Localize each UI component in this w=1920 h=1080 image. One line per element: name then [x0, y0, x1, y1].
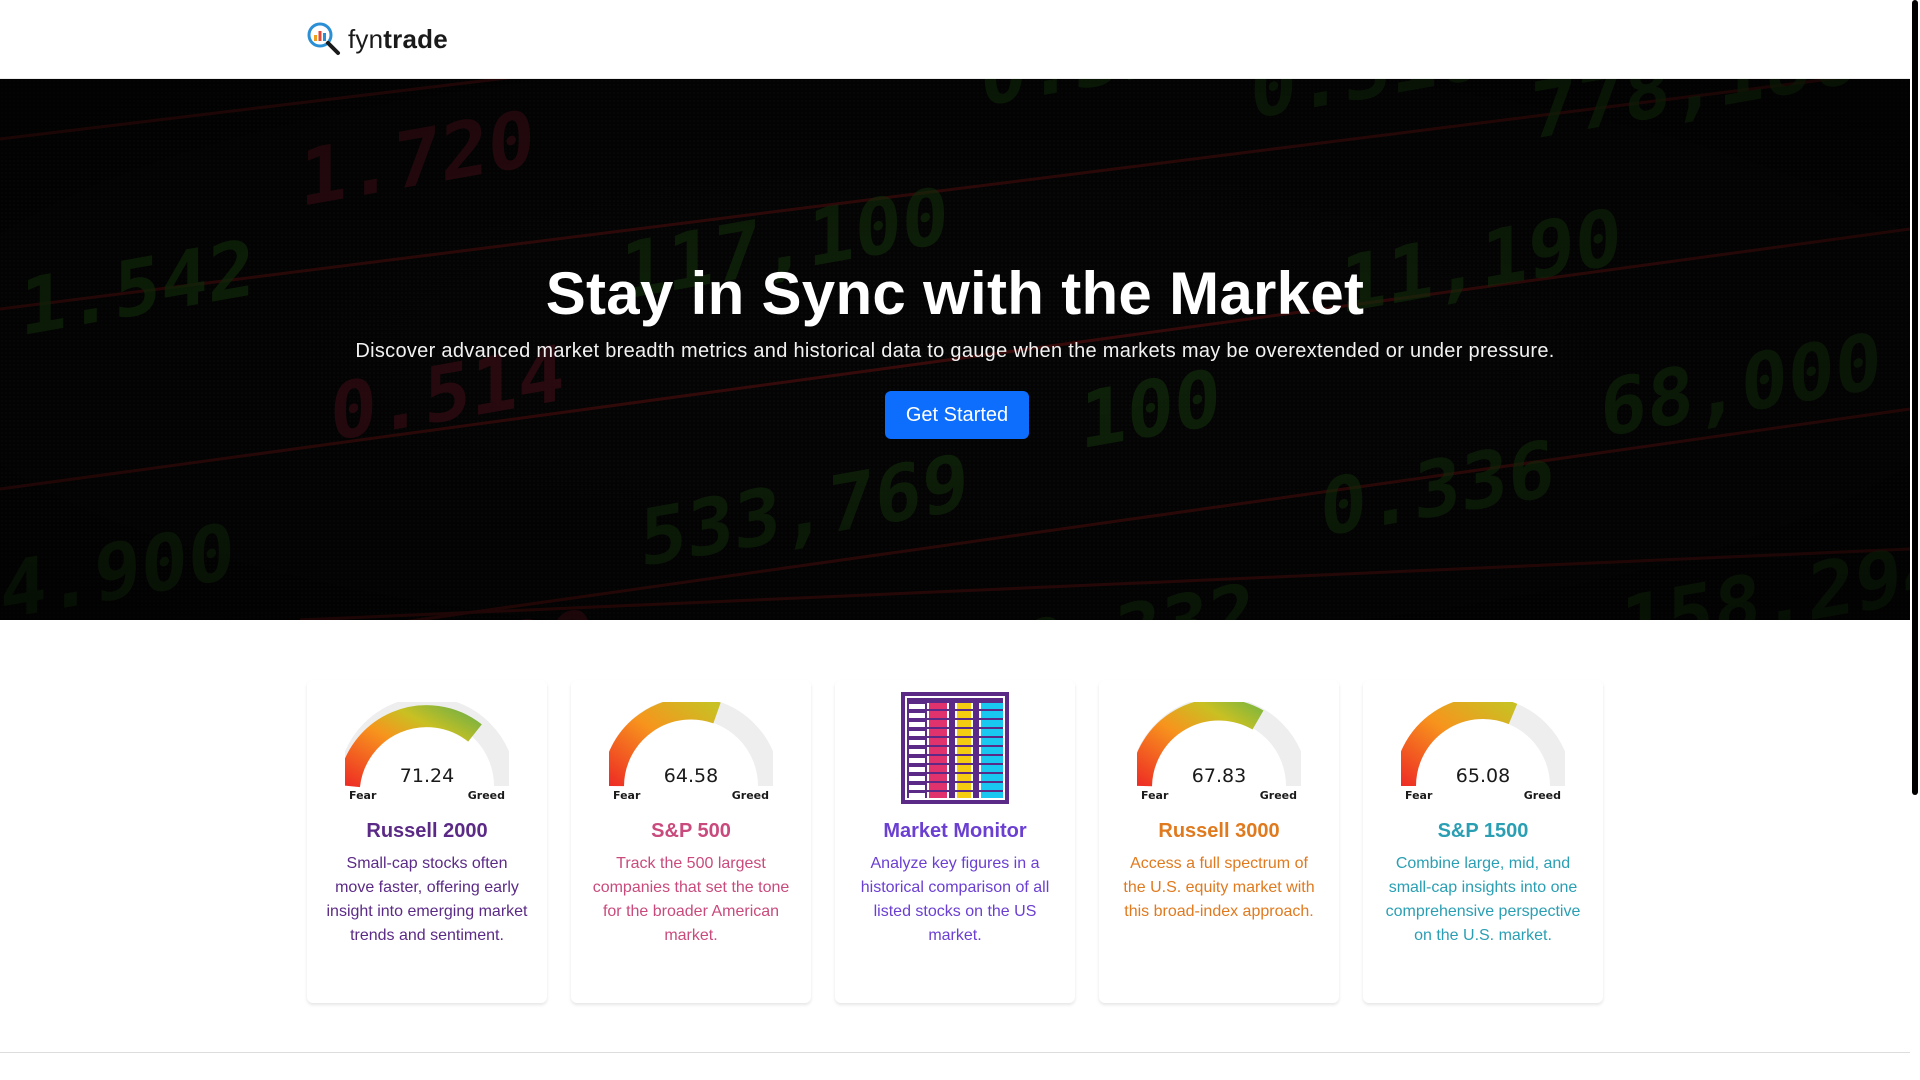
gauge-greed-label: Greed: [732, 789, 769, 802]
scrollbar-thumb[interactable]: [1912, 0, 1918, 795]
gauge-value: 64.58: [664, 765, 718, 787]
index-card-russell-2000[interactable]: 71.24 Fear Greed Russell 2000 Small-cap …: [307, 680, 547, 1003]
index-card-market-monitor[interactable]: Market Monitor Analyze key figures in a …: [835, 680, 1075, 1003]
hero-section: 1.542 1.720 3.547 0.314 0.310 778,186 11…: [0, 79, 1910, 620]
index-card-sp-1500[interactable]: 65.08 Fear Greed S&P 1500 Combine large,…: [1363, 680, 1603, 1003]
fear-greed-gauge-icon: 67.83 Fear Greed: [1137, 702, 1301, 802]
gauge-fear-label: Fear: [613, 789, 641, 802]
hero-subtitle: Discover advanced market breadth metrics…: [355, 340, 1555, 362]
brand-name: fyntrade: [348, 24, 448, 55]
brand-name-bold: trade: [383, 23, 448, 54]
fear-greed-gauge-icon: 71.24 Fear Greed: [345, 702, 509, 802]
brand-logo[interactable]: fyntrade: [306, 20, 448, 58]
card-title: Russell 2000: [366, 820, 488, 842]
page: fyntrade 1.542 1.720 3.547: [0, 0, 1920, 1080]
index-card-sp-500[interactable]: 64.58 Fear Greed S&P 500 Track the 500 l…: [571, 680, 811, 1003]
gauge-fear-label: Fear: [349, 789, 377, 802]
section-divider: [0, 1052, 1910, 1053]
card-title: S&P 500: [651, 820, 731, 842]
card-description: Small-cap stocks often move faster, offe…: [326, 855, 528, 944]
gauge-greed-label: Greed: [1260, 789, 1297, 802]
card-title: Russell 3000: [1158, 820, 1280, 842]
gauge-greed-label: Greed: [1524, 789, 1561, 802]
gauge-fear-label: Fear: [1141, 789, 1169, 802]
page-scrollbar[interactable]: [1910, 0, 1920, 1080]
magnifier-chart-icon: [307, 22, 340, 55]
gauge-value: 65.08: [1456, 765, 1510, 787]
hero-title: Stay in Sync with the Market: [545, 260, 1365, 327]
fear-greed-gauge-icon: 64.58 Fear Greed: [609, 702, 773, 802]
gauge-fear-label: Fear: [1405, 789, 1433, 802]
gauge-greed-label: Greed: [468, 789, 505, 802]
index-card-russell-3000[interactable]: 67.83 Fear Greed Russell 3000 Access a f…: [1099, 680, 1339, 1003]
fear-greed-gauge-icon: 65.08 Fear Greed: [1401, 702, 1565, 802]
card-description: Access a full spectrum of the U.S. equit…: [1123, 855, 1315, 920]
gauge-value: 67.83: [1192, 765, 1246, 787]
gauge-value: 71.24: [400, 765, 454, 787]
heatmap-grid-icon: [901, 692, 1009, 804]
get-started-button[interactable]: Get Started: [885, 391, 1029, 439]
card-description: Track the 500 largest companies that set…: [592, 855, 790, 944]
card-description: Combine large, mid, and small-cap insigh…: [1385, 855, 1581, 944]
card-description: Analyze key figures in a historical comp…: [860, 855, 1050, 944]
card-title: Market Monitor: [883, 820, 1027, 842]
site-header: fyntrade: [0, 0, 1910, 79]
card-title: S&P 1500: [1437, 820, 1529, 842]
brand-name-light: fyn: [348, 23, 384, 54]
